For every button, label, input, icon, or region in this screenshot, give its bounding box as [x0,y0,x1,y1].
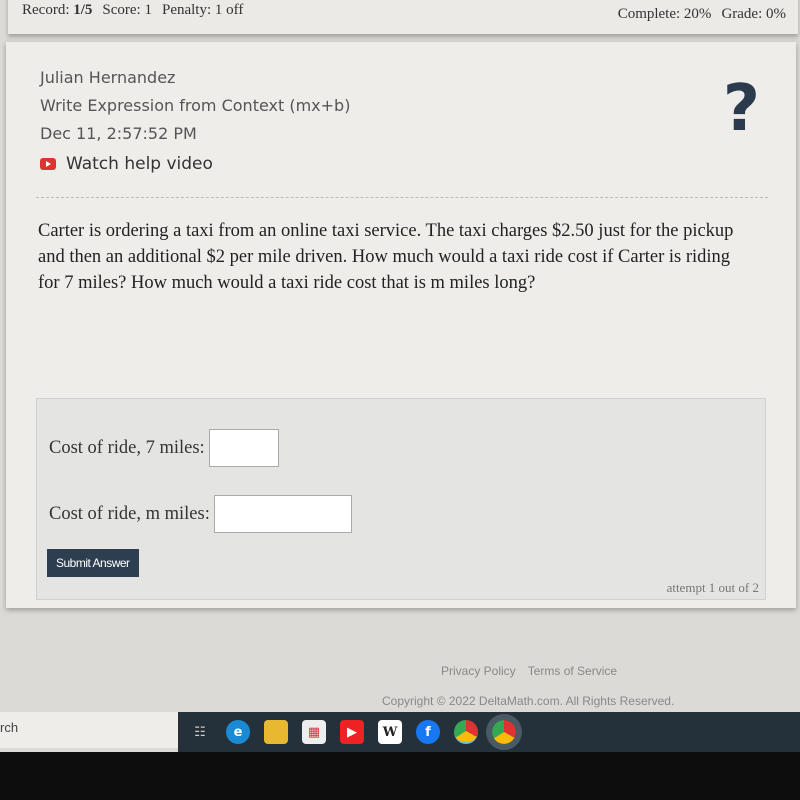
help-video-label: Watch help video [66,154,213,174]
label-m-miles: Cost of ride, m miles: [49,503,210,524]
chrome-profile-icon[interactable] [486,714,522,750]
timestamp: Dec 11, 2:57:52 PM [40,124,197,143]
record-value: 1/5 [73,2,93,18]
chrome-icon[interactable] [454,720,478,744]
edge-icon[interactable]: e [226,720,250,744]
taskbar: ☷ e ▦ ▶ W f [178,712,800,752]
facebook-icon[interactable]: f [416,720,440,744]
skill-name: Write Expression from Context (mx+b) [40,96,351,115]
store-icon[interactable]: ▦ [302,720,326,744]
wikipedia-icon[interactable]: W [378,720,402,744]
status-bar: Record: 1/5 Score: 1 Penalty: 1 off Comple… [8,0,798,34]
answer-box: Cost of ride, 7 miles: Cost of ride, m m… [36,398,766,600]
taskbar-search[interactable]: rch [0,712,178,748]
terms-of-service-link[interactable]: Terms of Service [528,664,617,678]
penalty: Penalty: 1 off [161,2,244,18]
student-name: Julian Hernandez [40,68,176,87]
record-text: Record: [22,2,70,18]
task-view-icon[interactable]: ☷ [188,720,212,744]
youtube-icon[interactable]: ▶ [340,720,364,744]
grade: Grade: 0% [721,6,786,22]
question-mark-help-icon[interactable]: ? [723,72,760,146]
problem-card: Julian Hernandez Write Expression from C… [6,42,796,608]
cost-7-miles-input[interactable] [208,429,279,467]
attempt-counter: attempt 1 out of 2 [666,580,759,595]
privacy-policy-link[interactable]: Privacy Policy [441,664,516,678]
question-text: Carter is ordering a taxi from an online… [38,221,734,293]
label-7-miles: Cost of ride, 7 miles: [49,437,205,458]
complete: Complete: 20% [617,6,712,22]
score: Score: 1 [102,2,152,18]
youtube-play-icon [40,158,56,170]
monitor-bezel [0,752,800,800]
submit-answer-button[interactable]: Submit Answer [47,549,139,577]
divider [36,197,768,198]
record-label: Record: 1/5 [22,2,92,18]
cost-m-miles-input[interactable] [213,495,352,533]
watch-help-video-link[interactable]: Watch help video [40,154,213,174]
file-explorer-icon[interactable] [264,720,288,744]
copyright: Copyright © 2022 DeltaMath.com. All Righ… [382,694,675,708]
